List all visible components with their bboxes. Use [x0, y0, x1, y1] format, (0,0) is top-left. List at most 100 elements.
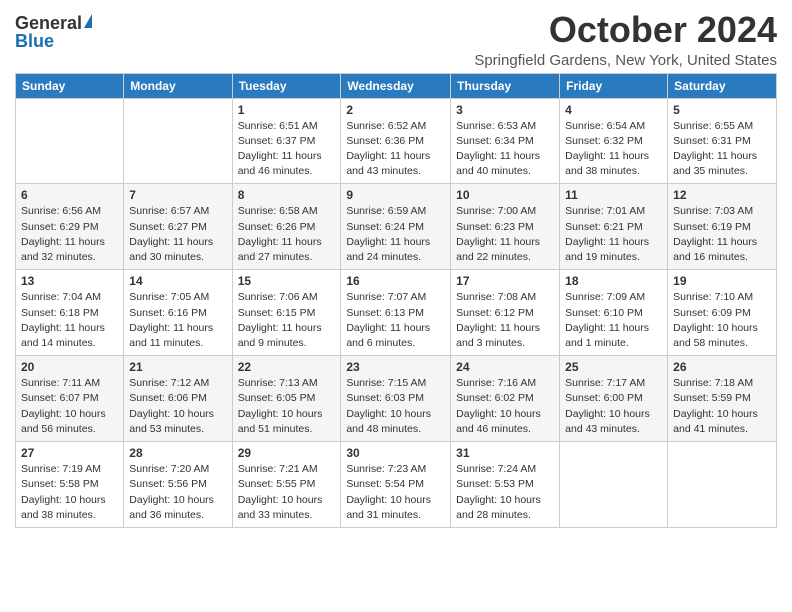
- day-content: Sunrise: 7:21 AM Sunset: 5:55 PM Dayligh…: [238, 462, 336, 523]
- day-number: 15: [238, 274, 336, 288]
- day-number: 24: [456, 360, 554, 374]
- day-number: 17: [456, 274, 554, 288]
- calendar-cell: 30 Sunrise: 7:23 AM Sunset: 5:54 PM Dayli…: [341, 442, 451, 528]
- calendar-cell: 5Sunrise: 6:55 AM Sunset: 6:31 PM Daylig…: [668, 98, 777, 184]
- day-number: 26: [673, 360, 771, 374]
- day-of-week-header: Tuesday: [232, 73, 341, 98]
- day-content: Sunrise: 7:17 AM Sunset: 6:00 PM Dayligh…: [565, 376, 662, 437]
- day-number: 16: [346, 274, 445, 288]
- day-content: Sunrise: 7:12 AM Sunset: 6:06 PM Dayligh…: [129, 376, 226, 437]
- calendar-cell: 31 Sunrise: 7:24 AM Sunset: 5:53 PM Dayli…: [451, 442, 560, 528]
- header-row: SundayMondayTuesdayWednesdayThursdayFrid…: [16, 73, 777, 98]
- day-number: 12: [673, 188, 771, 202]
- calendar-cell: 12Sunrise: 7:03 AM Sunset: 6:19 PM Dayli…: [668, 184, 777, 270]
- day-of-week-header: Friday: [560, 73, 668, 98]
- calendar-cell: 24 Sunrise: 7:16 AM Sunset: 6:02 PM Dayli…: [451, 356, 560, 442]
- calendar-cell: 7 Sunrise: 6:57 AM Sunset: 6:27 PM Daylig…: [124, 184, 232, 270]
- day-content: Sunrise: 7:01 AM Sunset: 6:21 PM Dayligh…: [565, 204, 662, 265]
- calendar-cell: 29 Sunrise: 7:21 AM Sunset: 5:55 PM Dayli…: [232, 442, 341, 528]
- day-content: Sunrise: 6:53 AM Sunset: 6:34 PM Dayligh…: [456, 119, 554, 180]
- day-content: Sunrise: 7:24 AM Sunset: 5:53 PM Dayligh…: [456, 462, 554, 523]
- calendar-cell: 14Sunrise: 7:05 AM Sunset: 6:16 PM Dayli…: [124, 270, 232, 356]
- day-of-week-header: Monday: [124, 73, 232, 98]
- calendar-cell: 17 Sunrise: 7:08 AM Sunset: 6:12 PM Dayli…: [451, 270, 560, 356]
- calendar-cell: 13Sunrise: 7:04 AM Sunset: 6:18 PM Dayli…: [16, 270, 124, 356]
- day-content: Sunrise: 6:52 AM Sunset: 6:36 PM Dayligh…: [346, 119, 445, 180]
- day-number: 14: [129, 274, 226, 288]
- day-content: Sunrise: 7:19 AM Sunset: 5:58 PM Dayligh…: [21, 462, 118, 523]
- calendar-cell: 2Sunrise: 6:52 AM Sunset: 6:36 PM Daylig…: [341, 98, 451, 184]
- calendar-cell: 27 Sunrise: 7:19 AM Sunset: 5:58 PM Dayli…: [16, 442, 124, 528]
- day-number: 22: [238, 360, 336, 374]
- month-title: October 2024: [474, 10, 777, 50]
- day-content: Sunrise: 7:00 AM Sunset: 6:23 PM Dayligh…: [456, 204, 554, 265]
- logo-icon: [84, 14, 92, 28]
- calendar-week-row: 13Sunrise: 7:04 AM Sunset: 6:18 PM Dayli…: [16, 270, 777, 356]
- calendar-cell: 20 Sunrise: 7:11 AM Sunset: 6:07 PM Dayli…: [16, 356, 124, 442]
- calendar-week-row: 27 Sunrise: 7:19 AM Sunset: 5:58 PM Dayli…: [16, 442, 777, 528]
- day-content: Sunrise: 7:16 AM Sunset: 6:02 PM Dayligh…: [456, 376, 554, 437]
- calendar-cell: 11 Sunrise: 7:01 AM Sunset: 6:21 PM Dayli…: [560, 184, 668, 270]
- day-content: Sunrise: 7:06 AM Sunset: 6:15 PM Dayligh…: [238, 290, 336, 351]
- calendar-cell: 15 Sunrise: 7:06 AM Sunset: 6:15 PM Dayli…: [232, 270, 341, 356]
- day-content: Sunrise: 6:58 AM Sunset: 6:26 PM Dayligh…: [238, 204, 336, 265]
- day-number: 18: [565, 274, 662, 288]
- day-content: Sunrise: 7:10 AM Sunset: 6:09 PM Dayligh…: [673, 290, 771, 351]
- day-of-week-header: Thursday: [451, 73, 560, 98]
- calendar-cell: 16 Sunrise: 7:07 AM Sunset: 6:13 PM Dayli…: [341, 270, 451, 356]
- day-number: 3: [456, 103, 554, 117]
- day-content: Sunrise: 7:23 AM Sunset: 5:54 PM Dayligh…: [346, 462, 445, 523]
- calendar-cell: 25 Sunrise: 7:17 AM Sunset: 6:00 PM Dayli…: [560, 356, 668, 442]
- calendar-cell: 19Sunrise: 7:10 AM Sunset: 6:09 PM Dayli…: [668, 270, 777, 356]
- calendar-cell: 1 Sunrise: 6:51 AM Sunset: 6:37 PM Daylig…: [232, 98, 341, 184]
- logo: General Blue: [15, 10, 92, 50]
- day-content: Sunrise: 7:15 AM Sunset: 6:03 PM Dayligh…: [346, 376, 445, 437]
- day-number: 8: [238, 188, 336, 202]
- calendar-cell: 23Sunrise: 7:15 AM Sunset: 6:03 PM Dayli…: [341, 356, 451, 442]
- day-number: 11: [565, 188, 662, 202]
- title-area: October 2024 Springfield Gardens, New Yo…: [474, 10, 777, 69]
- day-content: Sunrise: 7:11 AM Sunset: 6:07 PM Dayligh…: [21, 376, 118, 437]
- calendar-cell: [124, 98, 232, 184]
- day-content: Sunrise: 7:13 AM Sunset: 6:05 PM Dayligh…: [238, 376, 336, 437]
- day-number: 7: [129, 188, 226, 202]
- day-number: 20: [21, 360, 118, 374]
- location-title: Springfield Gardens, New York, United St…: [474, 52, 777, 69]
- calendar-cell: 9Sunrise: 6:59 AM Sunset: 6:24 PM Daylig…: [341, 184, 451, 270]
- calendar-header: SundayMondayTuesdayWednesdayThursdayFrid…: [16, 73, 777, 98]
- logo-blue: Blue: [15, 32, 54, 50]
- day-content: Sunrise: 6:59 AM Sunset: 6:24 PM Dayligh…: [346, 204, 445, 265]
- day-content: Sunrise: 7:08 AM Sunset: 6:12 PM Dayligh…: [456, 290, 554, 351]
- day-of-week-header: Wednesday: [341, 73, 451, 98]
- calendar-cell: 21 Sunrise: 7:12 AM Sunset: 6:06 PM Dayli…: [124, 356, 232, 442]
- day-content: Sunrise: 6:57 AM Sunset: 6:27 PM Dayligh…: [129, 204, 226, 265]
- day-content: Sunrise: 7:18 AM Sunset: 5:59 PM Dayligh…: [673, 376, 771, 437]
- day-number: 25: [565, 360, 662, 374]
- day-number: 5: [673, 103, 771, 117]
- day-number: 21: [129, 360, 226, 374]
- page-header: General Blue October 2024 Springfield Ga…: [15, 10, 777, 69]
- day-number: 29: [238, 446, 336, 460]
- day-content: Sunrise: 7:09 AM Sunset: 6:10 PM Dayligh…: [565, 290, 662, 351]
- day-content: Sunrise: 6:51 AM Sunset: 6:37 PM Dayligh…: [238, 119, 336, 180]
- calendar-cell: 3 Sunrise: 6:53 AM Sunset: 6:34 PM Daylig…: [451, 98, 560, 184]
- day-number: 6: [21, 188, 118, 202]
- day-number: 30: [346, 446, 445, 460]
- calendar-body: 1 Sunrise: 6:51 AM Sunset: 6:37 PM Daylig…: [16, 98, 777, 527]
- calendar-cell: 10 Sunrise: 7:00 AM Sunset: 6:23 PM Dayli…: [451, 184, 560, 270]
- calendar-cell: 18 Sunrise: 7:09 AM Sunset: 6:10 PM Dayli…: [560, 270, 668, 356]
- calendar-week-row: 20 Sunrise: 7:11 AM Sunset: 6:07 PM Dayli…: [16, 356, 777, 442]
- day-content: Sunrise: 7:20 AM Sunset: 5:56 PM Dayligh…: [129, 462, 226, 523]
- day-number: 10: [456, 188, 554, 202]
- day-number: 28: [129, 446, 226, 460]
- day-number: 31: [456, 446, 554, 460]
- day-of-week-header: Saturday: [668, 73, 777, 98]
- day-number: 13: [21, 274, 118, 288]
- calendar-cell: 22 Sunrise: 7:13 AM Sunset: 6:05 PM Dayli…: [232, 356, 341, 442]
- day-content: Sunrise: 7:07 AM Sunset: 6:13 PM Dayligh…: [346, 290, 445, 351]
- day-number: 27: [21, 446, 118, 460]
- day-number: 1: [238, 103, 336, 117]
- calendar-cell: 26 Sunrise: 7:18 AM Sunset: 5:59 PM Dayli…: [668, 356, 777, 442]
- calendar-cell: [560, 442, 668, 528]
- calendar-week-row: 6Sunrise: 6:56 AM Sunset: 6:29 PM Daylig…: [16, 184, 777, 270]
